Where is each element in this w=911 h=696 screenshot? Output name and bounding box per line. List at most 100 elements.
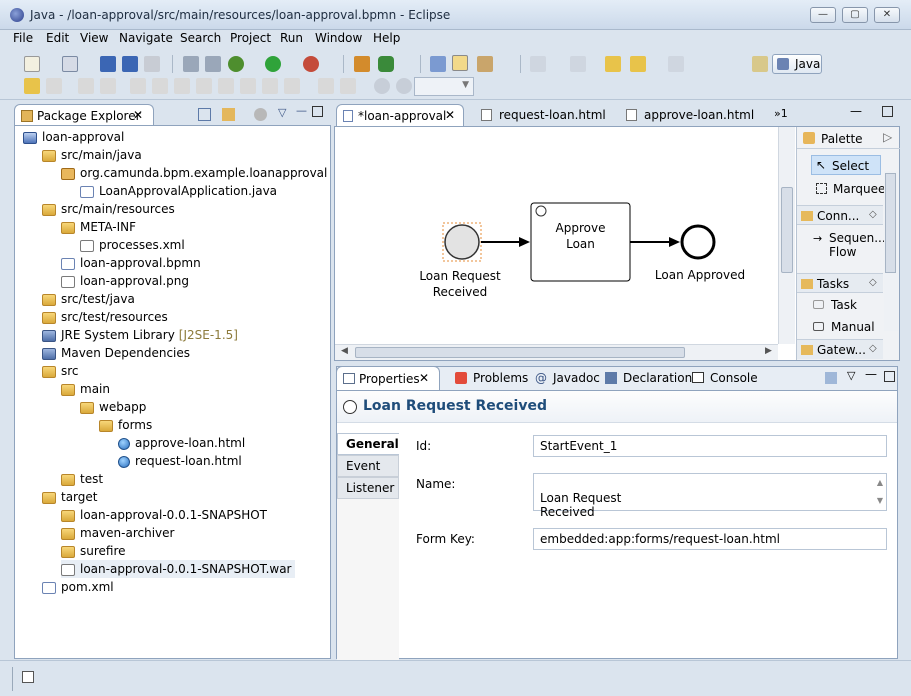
scroll-left-icon[interactable]: ◀ [341, 346, 348, 356]
menu-window[interactable]: Window [315, 30, 362, 46]
forward-icon[interactable] [668, 56, 684, 72]
palette-select-tool[interactable]: ↖ Select [811, 155, 881, 175]
save-all-icon[interactable] [122, 56, 138, 72]
align-icon-8[interactable] [284, 78, 300, 94]
side-tab-listener[interactable]: Listener [337, 477, 399, 499]
tree-item[interactable]: src/test/java [42, 290, 135, 308]
edit-icon[interactable] [46, 78, 62, 94]
tree-item[interactable]: loan-approval.png [61, 272, 189, 290]
tree-item[interactable]: loan-approval [23, 128, 124, 146]
scroll-up-icon[interactable]: ▲ [877, 476, 883, 490]
tree-item[interactable]: org.camunda.bpm.example.loanapproval [61, 164, 327, 182]
palette-group-tasks[interactable]: Tasks ◇ [797, 273, 883, 293]
align-icon-6[interactable] [240, 78, 256, 94]
last-edit-icon[interactable] [605, 56, 621, 72]
match-width-icon[interactable] [318, 78, 334, 94]
tree-item[interactable]: loan-approval.bpmn [61, 254, 201, 272]
palette-sequence-flow[interactable]: → Sequen... Flow [813, 230, 893, 262]
menu-edit[interactable]: Edit [46, 30, 69, 46]
tree-item[interactable]: src/main/resources [42, 200, 175, 218]
close-tab-icon[interactable]: ✕ [445, 108, 455, 122]
layout-icon[interactable] [183, 56, 199, 72]
tree-item[interactable]: request-loan.html [118, 452, 242, 470]
tree-item[interactable]: JRE System Library [J2SE-1.5] [42, 326, 238, 344]
save-icon[interactable] [100, 56, 116, 72]
tree-item[interactable]: approve-loan.html [118, 434, 245, 452]
pin-icon[interactable]: ◇ [869, 343, 877, 354]
palette-group-gateways[interactable]: Gatew... ◇ [797, 339, 883, 359]
toggle-mark-icon[interactable] [24, 78, 40, 94]
link-editor-icon[interactable] [222, 108, 235, 121]
align-icon-2[interactable] [152, 78, 168, 94]
palette-manual-task[interactable]: Manual [813, 319, 893, 333]
run-icon[interactable] [265, 56, 281, 72]
tree-item[interactable]: processes.xml [80, 236, 185, 254]
pin-icon[interactable]: ◇ [869, 209, 877, 220]
maximize-button[interactable]: ▢ [842, 7, 868, 23]
minimize-view-icon[interactable]: — [865, 367, 877, 381]
open-type-hierarchy-icon[interactable] [430, 56, 446, 72]
tree-item[interactable]: src/test/resources [42, 308, 168, 326]
align-icon-7[interactable] [262, 78, 278, 94]
tree-item[interactable]: pom.xml [42, 578, 114, 596]
tree-item[interactable]: loan-approval-0.0.1-SNAPSHOT [61, 506, 267, 524]
maximize-view-icon[interactable] [312, 106, 323, 117]
palette-scrollbar[interactable] [884, 171, 898, 331]
match-height-icon[interactable] [340, 78, 356, 94]
open-perspective-icon[interactable] [752, 56, 768, 72]
tree-item[interactable]: webapp [80, 398, 146, 416]
tree-item[interactable]: test [61, 470, 103, 488]
tab-properties[interactable]: Properties ✕ [336, 366, 440, 391]
pin-icon[interactable]: ◇ [869, 277, 877, 288]
zoom-in-icon[interactable] [396, 78, 412, 94]
align-icon-3[interactable] [174, 78, 190, 94]
layout-icon-2[interactable] [205, 56, 221, 72]
palette-scroll-thumb[interactable] [885, 173, 896, 273]
zoom-out-icon[interactable] [374, 78, 390, 94]
menu-navigate[interactable]: Navigate [119, 30, 173, 46]
tab-overflow[interactable]: »1 [774, 107, 788, 120]
package-explorer-tab[interactable]: Package Explorer ✕ [14, 104, 154, 126]
java-perspective-button[interactable]: Java [772, 54, 822, 74]
minimize-view-icon[interactable]: — [296, 104, 307, 117]
h-scroll-thumb[interactable] [355, 347, 685, 358]
next-annotation-icon[interactable] [530, 56, 546, 72]
palette-group-connections[interactable]: Conn... ◇ [797, 205, 883, 225]
open-folder-icon[interactable] [452, 55, 468, 71]
view-menu-icon[interactable]: ▽ [847, 369, 855, 382]
side-tab-event[interactable]: Event [337, 455, 399, 477]
scroll-right-icon[interactable]: ▶ [765, 346, 772, 356]
maximize-editor-icon[interactable] [882, 106, 893, 117]
tree-item[interactable]: Maven Dependencies [42, 344, 190, 362]
search-icon[interactable] [477, 56, 493, 72]
tree-item[interactable]: src [42, 362, 79, 380]
palette-marquee-tool[interactable]: Marquee [811, 179, 891, 199]
menu-file[interactable]: File [13, 30, 33, 46]
tree-item[interactable]: target [42, 488, 98, 506]
align-icon[interactable] [130, 78, 146, 94]
minimize-editor-icon[interactable]: — [850, 104, 862, 118]
menu-run[interactable]: Run [280, 30, 303, 46]
end-event[interactable] [680, 224, 716, 260]
tab-loan-approval[interactable]: *loan-approval ✕ [336, 104, 464, 126]
id-field[interactable]: StartEvent_1 [533, 435, 887, 457]
print-icon[interactable] [144, 56, 160, 72]
copy-icon[interactable] [78, 78, 94, 94]
tree-item[interactable]: forms [99, 416, 152, 434]
tree-item[interactable]: maven-archiver [61, 524, 174, 542]
collapse-all-icon[interactable] [198, 108, 211, 121]
scroll-thumb[interactable] [781, 187, 793, 273]
name-field[interactable]: Loan Request Received ▲ ▼ [533, 473, 887, 519]
tree-item[interactable]: META-INF [61, 218, 136, 236]
open-type-icon[interactable] [378, 56, 394, 72]
menu-search[interactable]: Search [180, 30, 221, 46]
menu-view[interactable]: View [80, 30, 108, 46]
close-view-icon[interactable]: ✕ [419, 371, 429, 385]
align-icon-5[interactable] [218, 78, 234, 94]
view-menu-icon[interactable]: ▽ [278, 106, 286, 119]
tree-item[interactable]: LoanApprovalApplication.java [80, 182, 277, 200]
menu-help[interactable]: Help [373, 30, 400, 46]
side-tab-general[interactable]: General [337, 433, 399, 455]
external-tools-icon[interactable] [303, 56, 319, 72]
minimize-button[interactable]: — [810, 7, 836, 23]
